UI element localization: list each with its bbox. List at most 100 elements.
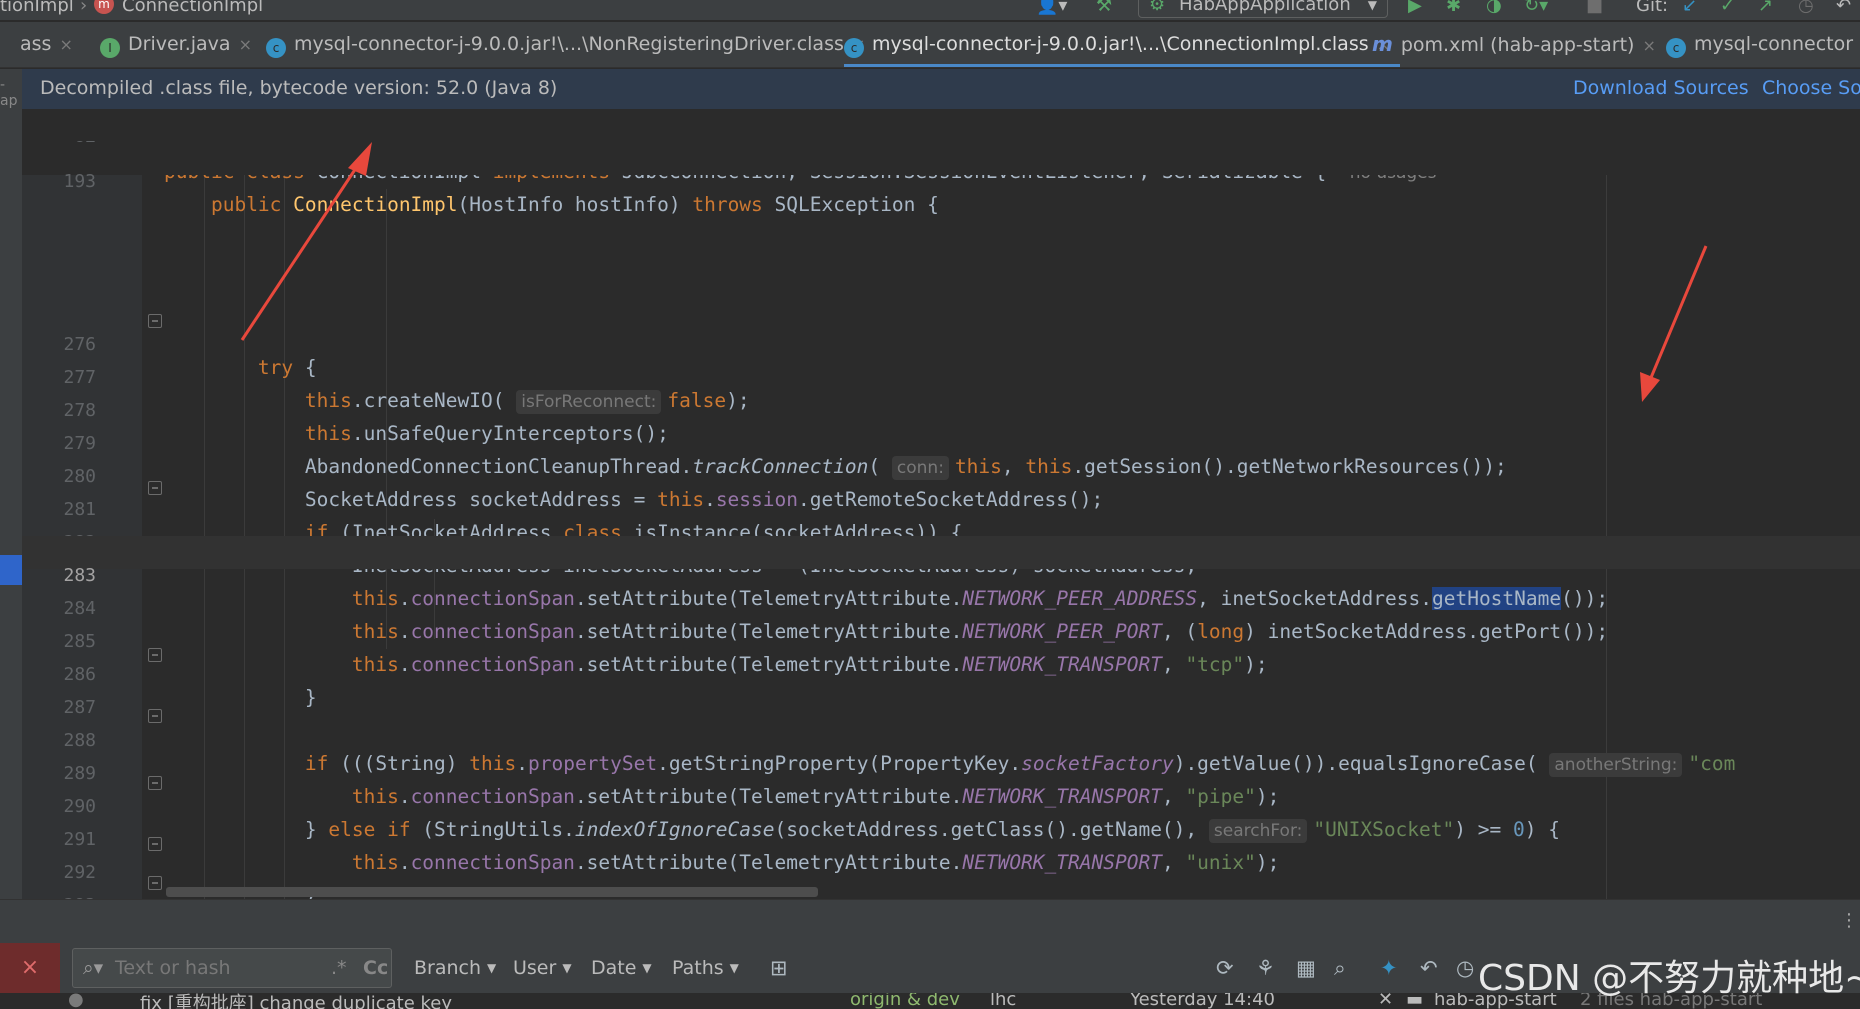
git-update-icon[interactable]: ↙ <box>1682 0 1697 16</box>
folder-icon: ▬ <box>1406 993 1424 1009</box>
breadcrumb-package[interactable]: tionImpl <box>0 0 74 16</box>
horizontal-scrollbar[interactable] <box>166 887 818 897</box>
chevron-down-icon: ▼ <box>729 961 739 975</box>
breadcrumb-current[interactable]: ConnectionImpl <box>122 0 263 16</box>
panel-header: ⋮ <box>0 899 1860 943</box>
tab-label: Driver.java <box>128 33 231 55</box>
code-line: 289 this.connectionSpan.setAttribute(Tel… <box>22 734 1860 808</box>
tab-pom-xml[interactable]: m pom.xml (hab-app-start) × <box>1372 22 1656 67</box>
code-line: 281 if (InetSocketAddress.class.isInstan… <box>22 470 1860 544</box>
code-line: 276 try { <box>22 305 1860 379</box>
navigation-bar: tionImpl › m ConnectionImpl 👤▾ ⚒ ⚙ HabAp… <box>0 0 1860 20</box>
search-placeholder: Text or hash <box>115 957 231 979</box>
git-label: Git: <box>1636 0 1669 16</box>
coverage-icon[interactable]: ◑ <box>1486 0 1502 16</box>
tree-expand-icon[interactable]: ✕ <box>1378 993 1393 1009</box>
active-tool-marker <box>0 555 22 585</box>
branch-filter[interactable]: Branch ▼ <box>414 943 496 993</box>
graph-options-icon[interactable]: ▦ <box>1296 943 1316 993</box>
profile-icon[interactable]: ↻▾ <box>1524 0 1548 16</box>
run-configuration-label: HabAppApplication <box>1179 0 1351 15</box>
code-line: 286 } <box>22 635 1860 709</box>
tab-previous-class[interactable]: ass × <box>20 22 73 67</box>
code-line: 288 if (((String) this.propertySet.getSt… <box>22 701 1860 777</box>
code-line: 277 this.createNewIO( isForReconnect: fal… <box>22 338 1860 414</box>
code-line: 279 AbandonedConnectionCleanupThread.tra… <box>22 404 1860 480</box>
chevron-down-icon: ▼ <box>642 961 652 975</box>
build-hammer-icon[interactable]: ⚒ <box>1096 0 1112 16</box>
tab-label: mysql-connector <box>1694 33 1854 55</box>
sticky-scroll-header: 87 public class ConnectionImpl implement… <box>22 109 1860 216</box>
tab-label: ass <box>20 33 52 55</box>
tab-label: mysql-connector-j-9.0.0.jar!\...\NonRegi… <box>294 33 844 55</box>
search-icon: ⌕▾ <box>83 957 104 979</box>
commit-date: Yesterday 14:40 <box>1130 993 1275 1009</box>
close-panel-button[interactable]: × <box>0 943 60 993</box>
breadcrumb-separator: › <box>80 0 88 16</box>
date-filter[interactable]: Date ▼ <box>591 943 652 993</box>
tab-mysql-connector[interactable]: c mysql-connector <box>1666 22 1854 67</box>
user-filter[interactable]: User ▼ <box>513 943 572 993</box>
project-strip-label[interactable]: -ap <box>0 77 22 109</box>
run-icon[interactable]: ▶ <box>1408 0 1422 16</box>
close-icon[interactable]: × <box>1642 36 1655 55</box>
spring-boot-icon: ⚙ <box>1149 0 1166 15</box>
current-code-line: 283 this.connectionSpan.setAttribute(Tel… <box>22 536 1860 610</box>
tab-nonregisteringdriver[interactable]: c mysql-connector-j-9.0.0.jar!\...\NonReg… <box>266 22 865 67</box>
chevron-down-icon: ▼ <box>1367 0 1377 12</box>
interface-icon: I <box>100 38 120 58</box>
stop-icon[interactable]: ■ <box>1586 0 1603 16</box>
download-sources-link[interactable]: Download Sources <box>1573 69 1749 107</box>
tab-label: mysql-connector-j-9.0.0.jar!\...\Connect… <box>872 33 1369 55</box>
code-line: 292 } <box>22 833 1860 899</box>
code-line: 285 this.connectionSpan.setAttribute(Tel… <box>22 602 1860 676</box>
new-tab-icon[interactable]: ⊞ <box>770 943 788 993</box>
decompiled-banner: Decompiled .class file, bytecode version… <box>22 69 1860 109</box>
pin-icon[interactable]: ✦ <box>1380 943 1398 993</box>
close-icon[interactable]: × <box>239 35 252 54</box>
rollback-icon[interactable]: ↶ <box>1836 0 1851 16</box>
close-icon[interactable]: × <box>59 35 72 54</box>
banner-text: Decompiled .class file, bytecode version… <box>40 77 558 99</box>
maven-icon: m <box>1372 32 1393 56</box>
chevron-down-icon: ▼ <box>487 961 497 975</box>
match-case-toggle-icon[interactable]: Cc <box>363 949 388 987</box>
commit-author: lhc <box>990 993 1017 1009</box>
csdn-watermark: CSDN @不努力就种地~ <box>1478 958 1860 999</box>
refresh-icon[interactable]: ⟳ <box>1216 943 1234 993</box>
filter-label: Date <box>591 957 637 979</box>
code-line: 291 this.connectionSpan.setAttribute(Tel… <box>22 800 1860 874</box>
line-number: 193 <box>63 171 96 192</box>
commit-search-input[interactable]: ⌕▾ Text or hash .* Cc <box>72 948 392 988</box>
regex-toggle-icon[interactable]: .* <box>331 949 347 987</box>
run-configuration-select[interactable]: ⚙ HabAppApplication ▼ <box>1138 0 1388 18</box>
debug-icon[interactable]: ✱ <box>1446 0 1461 16</box>
paths-filter[interactable]: Paths ▼ <box>672 943 739 993</box>
search-icon[interactable]: ⌕ <box>1334 943 1346 993</box>
chevron-down-icon: ▼ <box>562 961 572 975</box>
git-commit-icon[interactable]: ✓ <box>1720 0 1735 16</box>
tab-label: pom.xml (hab-app-start) <box>1400 34 1635 56</box>
tab-connectionimpl[interactable]: c mysql-connector-j-9.0.0.jar!\...\Connec… <box>844 22 1401 67</box>
filter-label: Paths <box>672 957 724 979</box>
choose-sources-link[interactable]: Choose Sou <box>1762 69 1860 107</box>
code-editor[interactable]: 87 public class ConnectionImpl implement… <box>22 109 1860 899</box>
cherry-pick-icon[interactable]: ⚘ <box>1256 943 1275 993</box>
history-icon[interactable]: ◷ <box>1456 943 1474 993</box>
line-number: 293 <box>42 889 96 899</box>
code-line: 87 public class ConnectionImpl implement… <box>22 109 1860 183</box>
git-push-icon[interactable]: ↗ <box>1758 0 1773 16</box>
code-line: 290 } else if (StringUtils.indexOfIgnore… <box>22 767 1860 843</box>
commit-message[interactable]: fix [重构批座] change duplicate key <box>140 993 452 1009</box>
code-line: 280 SocketAddress socketAddress = this.s… <box>22 437 1860 511</box>
code-line: 282 InetSocketAddress inetSocketAddress … <box>22 503 1860 577</box>
branch-tag: origin & dev <box>850 993 960 1009</box>
tab-driver-java[interactable]: I Driver.java × <box>100 22 252 67</box>
code-line: 284 this.connectionSpan.setAttribute(Tel… <box>22 569 1860 643</box>
git-history-icon[interactable]: ◷ <box>1798 0 1814 16</box>
undo-icon[interactable]: ↶ <box>1420 943 1438 993</box>
panel-options-icon[interactable]: ⋮ <box>1840 910 1858 931</box>
code-line: 278 this.unSafeQueryInterceptors(); <box>22 371 1860 445</box>
user-icon[interactable]: 👤▾ <box>1036 0 1067 16</box>
code-text[interactable]: public ConnectionImpl(HostInfo hostInfo)… <box>164 188 939 221</box>
